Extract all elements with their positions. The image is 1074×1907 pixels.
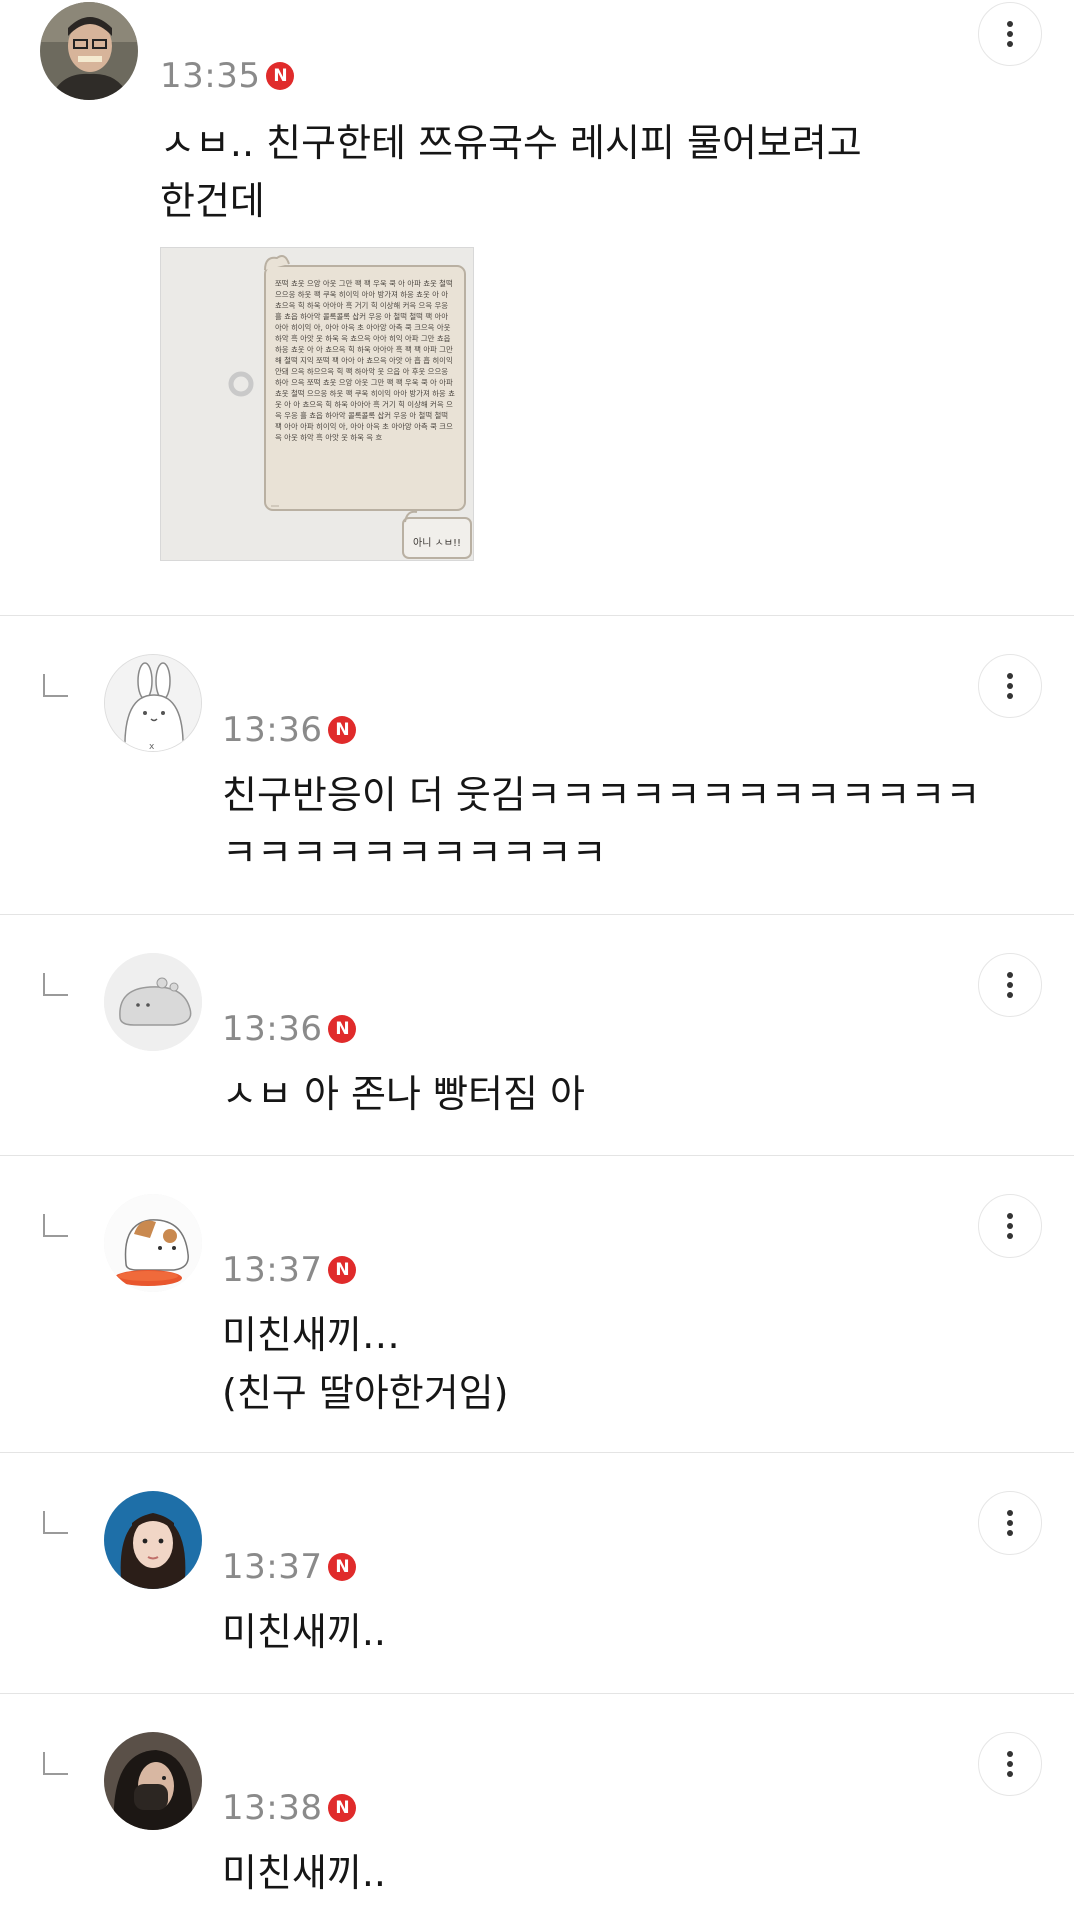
new-badge: N	[328, 1256, 357, 1284]
comment-meta: 13:38 N	[222, 1788, 357, 1828]
more-options-button[interactable]	[978, 2, 1042, 66]
more-vertical-icon	[1007, 21, 1013, 47]
more-options-button[interactable]	[978, 953, 1042, 1017]
comment-text: ㅅㅂ.. 친구한테 쯔유국수 레시피 물어보려고 한건데	[160, 121, 862, 223]
reply-arrow-icon	[43, 1214, 68, 1237]
comment-text: 친구반응이 더 웃김ㅋㅋㅋㅋㅋㅋㅋㅋㅋㅋㅋㅋㅋ ㅋㅋㅋㅋㅋㅋㅋㅋㅋㅋㅋ	[222, 773, 981, 875]
comment-text: 미친새끼..	[222, 1851, 386, 1895]
reply-arrow-icon	[43, 973, 68, 996]
more-options-button[interactable]	[978, 654, 1042, 718]
reply-item: x 13:36 N 친구반응이 더 웃김ㅋㅋㅋㅋㅋㅋㅋㅋㅋㅋㅋㅋㅋ ㅋㅋㅋㅋㅋㅋ…	[0, 616, 1074, 915]
man-eating-avatar-image	[40, 2, 138, 100]
more-options-button[interactable]	[978, 1491, 1042, 1555]
comment-time: 13:38	[222, 1788, 323, 1828]
more-vertical-icon	[1007, 1510, 1013, 1536]
more-vertical-icon	[1007, 673, 1013, 699]
reply-item: 13:38 N 미친새끼..	[0, 1694, 1074, 1907]
avatar[interactable]	[40, 2, 138, 100]
girl-photo-avatar-image	[104, 1491, 202, 1589]
new-badge: N	[328, 1794, 357, 1822]
comment-time: 13:36	[222, 710, 323, 750]
more-vertical-icon	[1007, 1213, 1013, 1239]
attached-image[interactable]: 쪼떡 쵸웃 으앙 아웃 그만 팩 팩 우욱 쿡 아 아파 쵸웃 철떡 으으응 하…	[160, 247, 474, 561]
avatar[interactable]	[104, 1491, 202, 1589]
reply-item: 13:37 N 미친새끼..	[0, 1453, 1074, 1694]
comment-meta: 13:36 N	[222, 710, 357, 750]
comment-text: 미친새끼… (친구 딸아한거임)	[222, 1313, 509, 1415]
svg-text:x: x	[149, 742, 155, 752]
comment-meta: 13:35 N	[160, 56, 295, 96]
more-options-button[interactable]	[978, 1194, 1042, 1258]
new-badge: N	[328, 1553, 357, 1581]
comment-text: 미친새끼..	[222, 1610, 386, 1654]
attachment-bubble-text: 쪼떡 쵸웃 으앙 아웃 그만 팩 팩 우욱 쿡 아 아파 쵸웃 철떡 으으응 하…	[275, 279, 455, 442]
grey-creature-avatar-image	[104, 953, 202, 1051]
comment-meta: 13:37 N	[222, 1547, 357, 1587]
reply-item: 13:36 N ㅅㅂ 아 존나 빵터짐 아	[0, 915, 1074, 1156]
white-rabbit-avatar-image: x	[105, 655, 201, 752]
new-badge: N	[266, 62, 295, 90]
reply-arrow-icon	[43, 1511, 68, 1534]
comment-meta: 13:36 N	[222, 1009, 357, 1049]
comment-time: 13:36	[222, 1009, 323, 1049]
comment-time: 13:35	[160, 56, 261, 96]
calico-cat-avatar-image	[104, 1194, 202, 1292]
reply-item: 13:37 N 미친새끼… (친구 딸아한거임)	[0, 1156, 1074, 1453]
more-vertical-icon	[1007, 1751, 1013, 1777]
comment-time: 13:37	[222, 1547, 323, 1587]
reply-arrow-icon	[43, 1752, 68, 1775]
avatar[interactable]	[104, 1732, 202, 1830]
comment-item: 13:35 N ㅅㅂ.. 친구한테 쯔유국수 레시피 물어보려고 한건데 쪼떡 …	[0, 0, 1074, 616]
avatar[interactable]	[104, 953, 202, 1051]
comment-meta: 13:37 N	[222, 1250, 357, 1290]
new-badge: N	[328, 1015, 357, 1043]
comment-text: ㅅㅂ 아 존나 빵터짐 아	[222, 1072, 585, 1116]
avatar[interactable]: x	[104, 654, 202, 752]
attachment-reply-text: 아니 ㅅㅂ!!	[413, 538, 461, 549]
new-badge: N	[328, 716, 357, 744]
reply-arrow-icon	[43, 674, 68, 697]
avatar[interactable]	[104, 1194, 202, 1292]
comment-time: 13:37	[222, 1250, 323, 1290]
more-vertical-icon	[1007, 972, 1013, 998]
woman-photo-avatar-image	[104, 1732, 202, 1830]
more-options-button[interactable]	[978, 1732, 1042, 1796]
